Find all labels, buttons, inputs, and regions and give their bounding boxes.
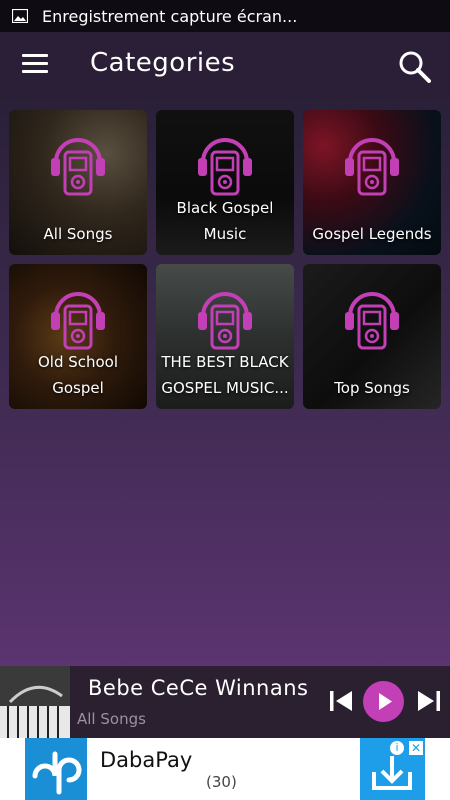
ad-app-name: DabaPay xyxy=(100,748,193,772)
category-tile-black-gospel-music[interactable]: Black Gospel Music xyxy=(156,110,294,255)
category-tile-old-school-gospel[interactable]: Old School Gospel xyxy=(9,264,147,409)
categories-content: All Songs Black Gospel Music Gospel Lege… xyxy=(0,100,450,666)
play-button[interactable] xyxy=(363,681,404,722)
menu-icon-line xyxy=(22,62,48,65)
mini-player[interactable]: Bebe CeCe Winnans All Songs xyxy=(0,666,450,738)
album-art xyxy=(0,666,70,738)
page-title: Categories xyxy=(90,48,236,78)
search-icon[interactable] xyxy=(398,50,432,84)
skip-previous-icon[interactable] xyxy=(328,688,354,714)
ad-rating-count: (30) xyxy=(206,773,237,791)
dabapay-logo[interactable] xyxy=(25,738,87,800)
play-icon xyxy=(379,693,392,710)
menu-icon-line xyxy=(22,70,48,73)
category-label: Old School Gospel xyxy=(37,353,119,397)
headphones-music-icon xyxy=(345,138,399,196)
ad-info-icon[interactable]: i xyxy=(389,740,405,756)
category-label: THE BEST BLACK GOSPEL MUSIC... xyxy=(161,353,289,397)
app-bar: Categories xyxy=(0,32,450,100)
category-tile-best-black-gospel[interactable]: THE BEST BLACK GOSPEL MUSIC... xyxy=(156,264,294,409)
category-label: Top Songs xyxy=(334,379,410,397)
ad-banner[interactable]: DabaPay (30) i ✕ xyxy=(0,738,450,800)
menu-icon xyxy=(22,54,48,57)
notification-text: Enregistrement capture écran... xyxy=(42,6,298,26)
headphones-music-icon xyxy=(51,292,105,350)
dabapay-logo-mark xyxy=(32,751,82,795)
category-label: Gospel Legends xyxy=(312,225,432,243)
category-label: All Songs xyxy=(43,225,113,243)
track-source: All Songs xyxy=(77,710,146,728)
category-tile-gospel-legends[interactable]: Gospel Legends xyxy=(303,110,441,255)
category-tile-all-songs[interactable]: All Songs xyxy=(9,110,147,255)
headphones-music-icon xyxy=(345,292,399,350)
menu-button[interactable] xyxy=(22,54,48,76)
status-bar: Enregistrement capture écran... xyxy=(0,0,450,32)
track-title-text: Bebe CeCe Winnans xyxy=(88,676,309,700)
skip-next-icon[interactable] xyxy=(416,688,442,714)
image-icon xyxy=(12,9,28,23)
headphones-music-icon xyxy=(198,292,252,350)
category-tile-top-songs[interactable]: Top Songs xyxy=(303,264,441,409)
track-title: Bebe CeCe Winnans xyxy=(78,676,316,704)
headphones-music-icon xyxy=(198,138,252,196)
headphones-music-icon xyxy=(51,138,105,196)
ad-close-icon[interactable]: ✕ xyxy=(408,740,424,756)
category-label: Black Gospel Music xyxy=(176,199,274,243)
